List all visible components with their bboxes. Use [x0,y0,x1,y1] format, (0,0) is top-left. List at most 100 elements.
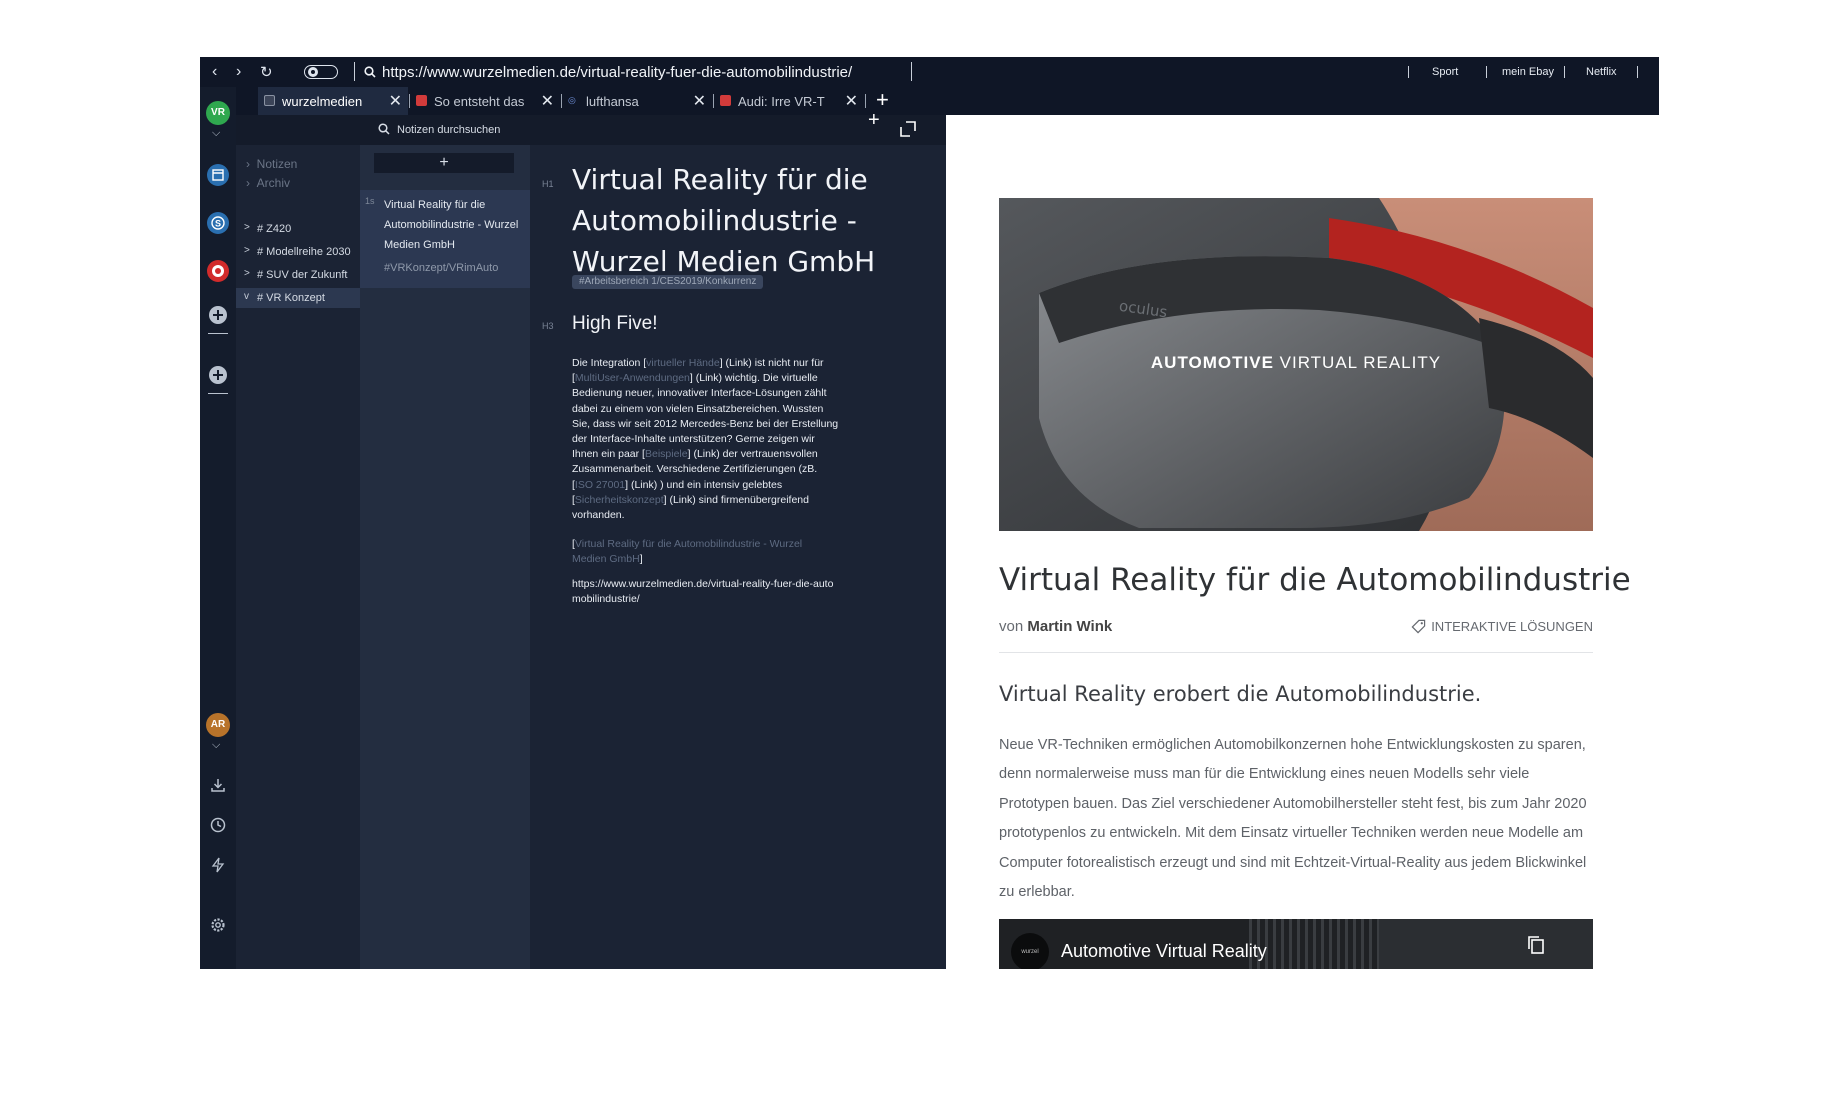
copy-link-icon[interactable] [1527,935,1545,955]
link-beispiele[interactable]: Beispiele [645,448,688,460]
lightning-icon[interactable] [210,857,226,873]
bookmark-divider [1564,66,1565,78]
tree-item-modellreihe-2030[interactable]: > # Modellreihe 2030 [236,242,360,262]
calendar-app-icon[interactable] [206,163,230,187]
bookmark-mein-ebay[interactable]: mein Ebay [1502,66,1554,78]
tab-lufthansa[interactable]: ◎ lufthansa ✕ [562,87,712,115]
page-favicon-icon [416,95,427,106]
browser-toolbar: ‹ › ↻ https://www.wurzelmedien.de/virtua… [200,57,1659,87]
link-sicherheitskonzept[interactable]: Sicherheitskonzept [575,494,664,506]
reader-toggle-icon[interactable] [304,65,338,79]
bookmark-divider [1486,66,1487,78]
add-workspace-icon[interactable] [206,363,230,387]
author-link[interactable]: Martin Wink [1027,618,1112,635]
notes-search-input[interactable]: Notizen durchsuchen [397,124,500,136]
notes-search-bar: Notizen durchsuchen + [236,109,946,145]
list-item[interactable]: 1s Virtual Reality für die Automobilindu… [360,190,530,288]
lufthansa-favicon-icon: ◎ [568,95,576,105]
video-embed[interactable]: wurzel medien Automotive Virtual Reality [999,919,1593,969]
thumbnail-stripe [1369,919,1372,969]
expand-icon[interactable] [900,121,916,137]
tree-item-suv-der-zukunft[interactable]: > # SUV der Zukunft [236,265,360,285]
toolbar-divider [354,62,355,81]
link-reference-title[interactable]: Virtual Reality für die Automobilindustr… [572,538,802,565]
note-heading-3[interactable]: High Five! [572,313,658,335]
note-title: Virtual Reality für die Automobilindustr… [384,199,519,251]
note-tag[interactable]: #VRKonzept/VRimAuto [384,262,498,274]
forward-icon[interactable]: › [236,63,241,81]
thumbnail-stripe [1321,919,1324,969]
page-favicon-icon [720,95,731,106]
thumbnail-stripe [1329,919,1332,969]
tab-close-icon[interactable]: ✕ [389,91,402,111]
channel-logo[interactable]: wurzel medien [1011,933,1049,969]
thumbnail-stripe [1273,919,1276,969]
thumbnail-stripe [1289,919,1292,969]
app-rail: VR ⌵ S AR ⌵ [200,87,236,969]
thumbnail-stripe [1313,919,1316,969]
note-paragraph[interactable]: Die Integration [virtueller Hände] (Link… [572,356,840,523]
tab-audi[interactable]: Audi: Irre VR-T ✕ [714,87,864,115]
reload-icon[interactable]: ↻ [260,63,273,81]
url-caret [911,62,912,81]
tree-archiv[interactable]: › Archiv [246,176,290,190]
tag-icon [1411,619,1426,634]
url-field[interactable]: https://www.wurzelmedien.de/virtual-real… [382,64,852,81]
note-timestamp: 1s [365,196,375,206]
settings-gear-icon[interactable] [210,917,226,933]
web-page: oculus AUTOMOTIVE VIRTUAL REALITY Virtua… [946,115,1659,969]
svg-text:S: S [215,219,221,229]
rail-divider [208,333,228,334]
browser-window: ‹ › ↻ https://www.wurzelmedien.de/virtua… [200,57,1659,969]
back-icon[interactable]: ‹ [212,63,217,81]
note-list: + 1s Virtual Reality für die Automobilin… [360,145,530,969]
tree-item-vr-konzept[interactable]: v # VR Konzept [236,288,360,308]
thumbnail-stripe [1305,919,1308,969]
tab-so-entsteht-das[interactable]: So entsteht das ✕ [410,87,560,115]
article-category[interactable]: INTERAKTIVE LÖSUNGEN [1411,619,1593,634]
note-heading-1[interactable]: Virtual Reality für die Automobilindustr… [572,159,902,282]
link-multiuser[interactable]: MultiUser-Anwendungen [575,372,690,384]
chevron-down-icon[interactable]: ⌵ [212,127,220,140]
tree-item-z420[interactable]: > # Z420 [236,219,360,239]
article-title: Virtual Reality für die Automobilindustr… [999,562,1631,598]
note-reference[interactable]: [Virtual Reality für die Automobilindust… [572,537,822,567]
link-iso-27001[interactable]: ISO 27001 [575,479,625,491]
add-note-button[interactable]: + [374,153,514,173]
article-body: Neue VR-Techniken ermöglichen Automobilk… [999,737,1587,901]
article-byline: von Martin Wink [999,618,1113,635]
heading-level-marker: H1 [542,179,554,189]
note-source-url[interactable]: https://www.wurzelmedien.de/virtual-real… [572,577,840,607]
user-avatar[interactable]: AR [206,713,230,737]
bookmark-sport[interactable]: Sport [1432,66,1458,78]
thumbnail-stripe [1345,919,1348,969]
thumbnail-stripe [1297,919,1300,969]
bookmark-divider [1408,66,1409,78]
note-editor[interactable]: H1 Virtual Reality für die Automobilindu… [530,145,946,969]
chevron-down-icon[interactable]: ⌵ [212,739,220,752]
add-icon[interactable]: + [868,109,902,132]
workspace-avatar[interactable]: VR [206,101,230,125]
search-icon [364,66,376,78]
history-clock-icon[interactable] [210,817,226,833]
tab-close-icon[interactable]: ✕ [845,91,858,111]
add-app-icon[interactable] [206,303,230,327]
tab-wurzelmedien[interactable]: wurzelmedien ✕ [258,87,408,115]
download-icon[interactable] [210,777,226,793]
tab-close-icon[interactable]: ✕ [693,91,706,111]
divider [999,652,1593,653]
thumbnail-stripe [1281,919,1284,969]
pocket-app-icon[interactable] [206,259,230,283]
tree-notizen[interactable]: › Notizen [246,157,297,171]
skype-app-icon[interactable]: S [206,211,230,235]
search-icon [378,123,390,135]
tab-close-icon[interactable]: ✕ [541,91,554,111]
notes-app: Notizen durchsuchen + › Notizen › Archiv… [236,109,946,969]
note-tag-pill[interactable]: #Arbeitsbereich 1/CES2019/Konkurrenz [572,275,764,289]
rail-divider [208,393,228,394]
notebook-tree: › Notizen › Archiv > # Z420 > # Modellre… [236,145,360,969]
hero-image: oculus AUTOMOTIVE VIRTUAL REALITY [999,198,1593,531]
video-title[interactable]: Automotive Virtual Reality [1061,941,1267,962]
link-virtuelle-haende[interactable]: virtueller Hände [646,357,720,369]
bookmark-netflix[interactable]: Netflix [1586,66,1617,78]
